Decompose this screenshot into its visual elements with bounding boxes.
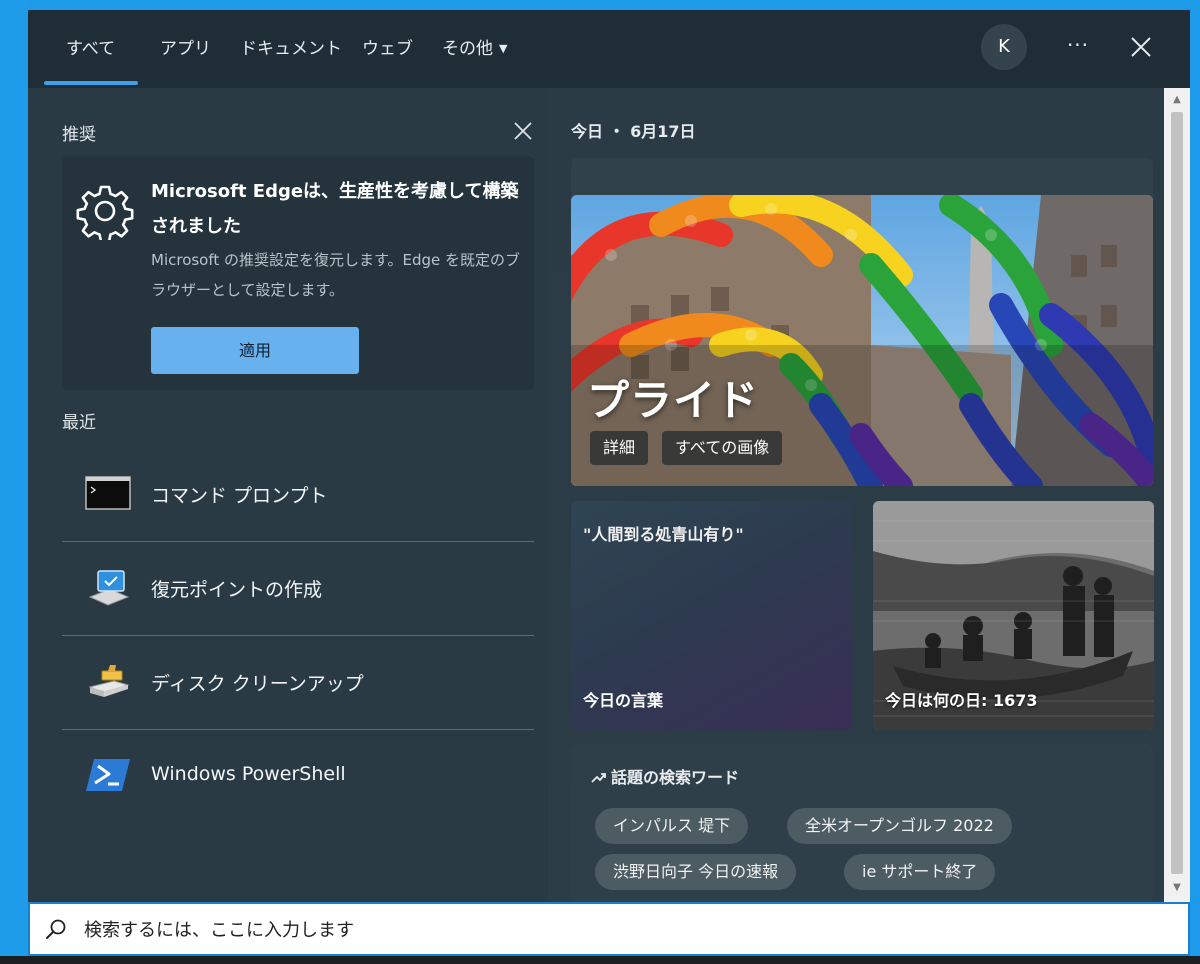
search-input[interactable] xyxy=(84,914,1164,946)
close-icon xyxy=(1131,37,1151,57)
all-images-button[interactable]: すべての画像 xyxy=(662,431,783,465)
gear-icon xyxy=(76,185,134,240)
recommendation-card: Microsoft Edgeは、生産性を考慮して構築されました Microsof… xyxy=(62,156,534,390)
recommended-heading: 推奨 xyxy=(62,125,96,145)
quote-text: "人間到る処青山有り" xyxy=(583,525,744,544)
cmd-icon xyxy=(85,476,131,510)
chevron-down-icon: ▼ xyxy=(499,42,508,55)
recent-item-disk-cleanup[interactable]: ディスク クリーンアップ xyxy=(62,635,534,729)
tab-all[interactable]: すべて xyxy=(66,34,115,62)
search-scope-tabbar: すべて アプリ ドキュメント ウェブ その他 ▼ K ··· xyxy=(28,10,1190,88)
trending-heading-label: 話題の検索ワード xyxy=(611,768,740,787)
feature-card-pride[interactable]: プライド 詳細 すべての画像 xyxy=(571,195,1153,486)
powershell-icon xyxy=(86,759,130,791)
on-this-day-card[interactable]: 今日は何の日: 1673 xyxy=(873,501,1154,730)
tab-apps[interactable]: アプリ xyxy=(160,34,211,62)
recent-item-command-prompt[interactable]: コマンド プロンプト xyxy=(62,447,534,541)
scroll-up-arrow-icon[interactable]: ▲ xyxy=(1164,90,1190,110)
recent-item-label: コマンド プロンプト xyxy=(151,485,328,507)
recent-heading: 最近 xyxy=(62,413,96,433)
vertical-scrollbar[interactable]: ▲ ▼ xyxy=(1164,88,1190,902)
recommendation-description: Microsoft の推奨設定を復元します。Edge を既定のブラウザーとして設… xyxy=(151,251,521,299)
desktop-background-left xyxy=(0,0,28,964)
trending-term[interactable]: インパルス 堤下 xyxy=(595,808,749,844)
close-flyout-button[interactable] xyxy=(1128,34,1154,60)
tab-web[interactable]: ウェブ xyxy=(362,34,413,62)
taskbar-search-box[interactable] xyxy=(28,902,1190,956)
recommendation-title: Microsoft Edgeは、生産性を考慮して構築されました xyxy=(151,181,519,237)
quote-card-footer: 今日の言葉 xyxy=(583,691,664,710)
system-restore-icon xyxy=(88,570,130,606)
today-date-label: 今日 ・ 6月17日 xyxy=(571,122,696,141)
apply-button[interactable]: 適用 xyxy=(151,327,359,374)
tab-more[interactable]: その他 ▼ xyxy=(442,34,507,62)
balloon-arch-photo xyxy=(571,195,1153,486)
on-this-day-footer: 今日は何の日: 1673 xyxy=(885,691,1038,710)
scroll-down-arrow-icon[interactable]: ▼ xyxy=(1164,878,1190,898)
trending-searches-card: 話題の検索ワード インパルス 堤下 全米オープンゴルフ 2022 渋野日向子 今… xyxy=(571,744,1153,902)
details-button[interactable]: 詳細 xyxy=(590,431,649,465)
feature-title: プライド xyxy=(587,376,760,425)
close-icon xyxy=(514,122,532,140)
recent-item-restore-point[interactable]: 復元ポイントの作成 xyxy=(62,541,534,635)
trending-term[interactable]: 渋野日向子 今日の速報 xyxy=(595,854,797,890)
active-tab-indicator xyxy=(44,81,138,85)
search-flyout-panel: すべて アプリ ドキュメント ウェブ その他 ▼ K ··· 推奨 Microso… xyxy=(28,10,1190,902)
more-options-button[interactable]: ··· xyxy=(1058,30,1098,64)
feature-card-backdrop xyxy=(571,158,1153,198)
trending-term[interactable]: ie サポート終了 xyxy=(844,854,996,890)
search-icon xyxy=(46,919,66,939)
recent-item-powershell[interactable]: Windows PowerShell xyxy=(62,729,534,823)
taskbar xyxy=(0,956,1200,964)
desktop-background-top xyxy=(0,0,1200,10)
tab-documents[interactable]: ドキュメント xyxy=(240,34,342,62)
scrollbar-thumb[interactable] xyxy=(1171,112,1183,874)
tab-more-label: その他 xyxy=(442,39,493,59)
quote-of-the-day-card[interactable]: "人間到る処青山有り" 今日の言葉 xyxy=(571,501,852,730)
recent-item-label: Windows PowerShell xyxy=(151,763,346,785)
trending-heading: 話題の検索ワード xyxy=(591,764,739,788)
recent-item-label: 復元ポイントの作成 xyxy=(151,579,323,601)
account-avatar-button[interactable]: K xyxy=(981,24,1027,70)
recent-item-label: ディスク クリーンアップ xyxy=(151,673,364,695)
trending-up-icon xyxy=(591,773,606,783)
disk-cleanup-icon xyxy=(88,665,130,697)
trending-term[interactable]: 全米オープンゴルフ 2022 xyxy=(787,808,1012,844)
dismiss-recommendation-button[interactable] xyxy=(512,120,534,142)
